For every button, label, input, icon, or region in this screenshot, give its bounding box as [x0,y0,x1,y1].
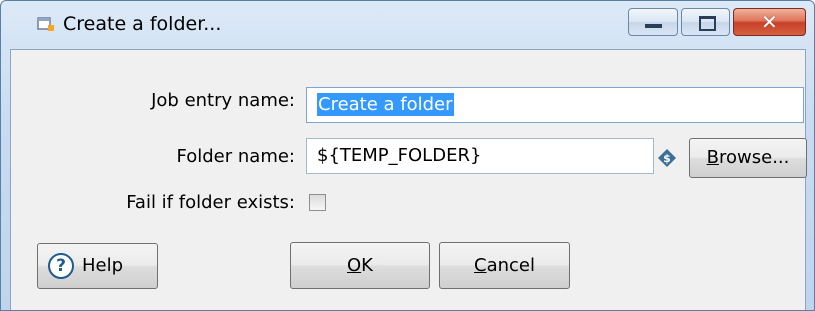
fail-if-exists-label: Fail if folder exists: [126,192,295,213]
job-entry-name-value: Create a folder [317,93,454,116]
window-title: Create a folder... [63,13,222,35]
variable-icon[interactable]: $ [657,148,677,168]
browse-button[interactable]: Browse... [689,138,807,178]
maximize-icon [699,16,716,31]
dialog-window: Create a folder... ✕ Job entry name: Cre… [0,0,815,311]
cancel-button[interactable]: Cancel [439,242,570,289]
folder-name-value: ${TEMP_FOLDER} [317,145,482,166]
close-button[interactable]: ✕ [733,8,806,36]
job-entry-name-label: Job entry name: [151,90,295,111]
folder-name-field[interactable]: ${TEMP_FOLDER} [306,138,654,174]
cancel-label: ancel [486,255,535,276]
folder-name-label: Folder name: [176,146,295,167]
help-button[interactable]: ? Help [37,243,158,289]
fail-if-exists-checkbox[interactable] [309,194,326,211]
title-bar[interactable]: Create a folder... ✕ [1,1,814,49]
browse-mnemonic: B [706,147,719,168]
maximize-button[interactable] [681,8,730,36]
ok-label: K [361,255,373,276]
browse-label: rowse... [719,147,790,168]
close-icon: ✕ [761,10,778,34]
cancel-mnemonic: C [474,255,487,276]
help-label: Help [82,255,124,276]
ok-button[interactable]: OK [290,242,430,289]
job-entry-name-field[interactable]: Create a folder [306,87,804,123]
job-entry-icon [37,17,54,31]
ok-mnemonic: O [347,255,362,276]
svg-text:$: $ [663,152,671,165]
help-icon: ? [48,253,74,279]
minimize-icon [645,24,662,28]
dialog-body: Job entry name: Create a folder Folder n… [10,49,807,310]
minimize-button[interactable] [628,8,678,36]
